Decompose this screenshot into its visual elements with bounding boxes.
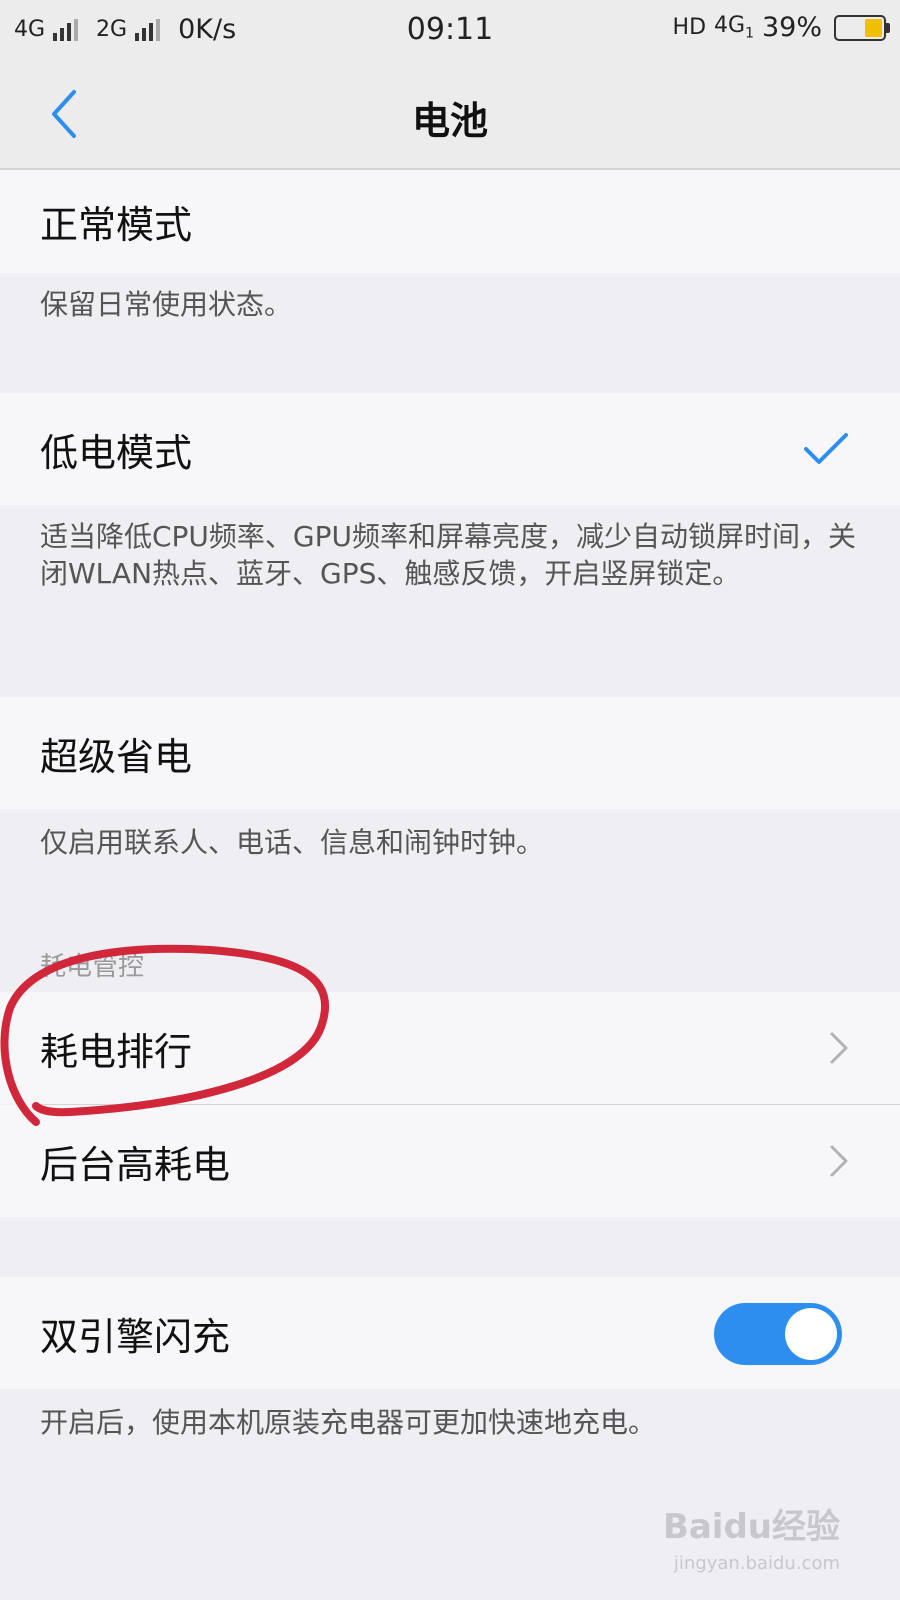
volte-label: 4G1	[714, 13, 754, 41]
page-title: 电池	[411, 99, 488, 143]
mode-super-saver-label: 超级省电	[40, 734, 193, 779]
toggle-knob	[785, 1308, 837, 1360]
checkmark-icon	[804, 433, 848, 464]
mode-normal-description: 保留日常使用状态。	[40, 288, 293, 321]
hd-voice-label: HD	[672, 15, 707, 40]
nav-bar: 电池	[0, 62, 900, 170]
volte-label-sub: 1	[745, 25, 754, 42]
battery-icon	[834, 14, 890, 41]
status-right: HD 4G1 39%	[672, 12, 890, 43]
mode-low-power-description: 适当降低CPU频率、GPU频率和屏幕亮度，减少自动锁屏时间，关闭WLAN热点、蓝…	[40, 520, 857, 590]
dual-charge-toggle[interactable]	[714, 1303, 842, 1365]
battery-percent: 39%	[761, 12, 822, 43]
dual-charge-description: 开启后，使用本机原装充电器可更加快速地充电。	[40, 1406, 657, 1439]
watermark-logo: Baidu经验	[662, 1507, 840, 1547]
annotation-circle	[0, 944, 330, 1126]
mode-low-power[interactable]: 低电模式	[0, 393, 900, 505]
watermark-url: jingyan.baidu.com	[673, 1553, 840, 1574]
mode-super-saver[interactable]: 超级省电	[0, 697, 900, 809]
dual-charge-item: 双引擎闪充	[0, 1277, 900, 1389]
volte-label-main: 4G	[714, 13, 746, 39]
chevron-right-icon	[830, 1145, 848, 1177]
battery-fill	[864, 18, 882, 37]
mode-normal-label: 正常模式	[40, 203, 193, 247]
dual-charge-label: 双引擎闪充	[40, 1314, 231, 1359]
status-bar: 4G 2G 0K/s 09:11 HD 4G1 39%	[0, 0, 900, 62]
chevron-right-icon	[830, 1032, 848, 1064]
mode-normal[interactable]: 正常模式	[0, 170, 900, 273]
mode-low-power-label: 低电模式	[40, 430, 193, 475]
mode-super-saver-description: 仅启用联系人、电话、信息和闹钟时钟。	[40, 826, 545, 859]
background-high-usage-label: 后台高耗电	[40, 1142, 231, 1187]
